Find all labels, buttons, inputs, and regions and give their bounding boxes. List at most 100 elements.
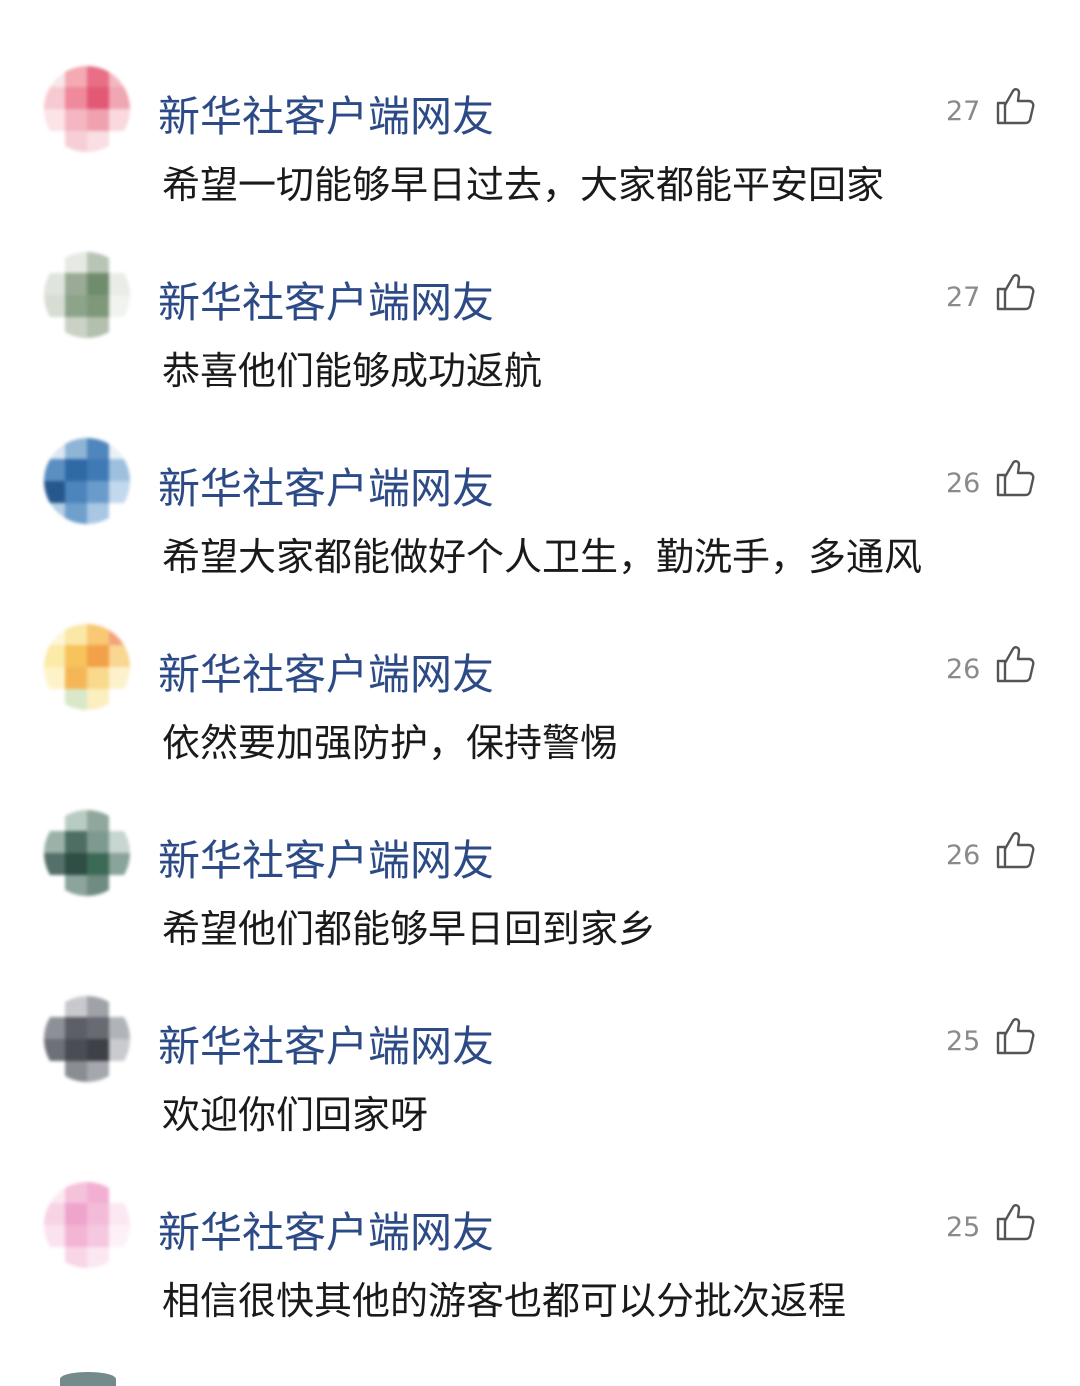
- avatar[interactable]: [44, 252, 130, 338]
- avatar-pixel: [65, 1247, 87, 1268]
- avatar-pixel: [44, 1017, 65, 1039]
- thumbs-up-icon[interactable]: [994, 1016, 1036, 1056]
- avatar-pixel: [109, 1247, 130, 1268]
- avatar-pixel: [87, 624, 109, 645]
- avatar-pixel: [109, 252, 130, 273]
- avatar-pixel: [109, 273, 130, 295]
- avatar-pixel: [44, 273, 65, 295]
- avatar-pixel: [87, 273, 109, 295]
- avatar-pixel: [87, 810, 109, 831]
- avatar-pixel: [109, 645, 130, 667]
- comment-text: 恭喜他们能够成功返航: [162, 349, 543, 393]
- username[interactable]: 新华社客户端网友: [158, 836, 494, 886]
- like-count: 26: [946, 468, 981, 499]
- avatar-pixel: [44, 831, 65, 853]
- avatar-pixel: [87, 66, 109, 87]
- username[interactable]: 新华社客户端网友: [158, 278, 494, 328]
- avatar-pixel: [109, 1061, 130, 1082]
- avatar-pixel: [87, 317, 109, 338]
- comment-item: 新华社客户端网友 26 希望他们都能够早日回到家乡: [0, 810, 1080, 996]
- avatar-pixel: [109, 1203, 130, 1225]
- username[interactable]: 新华社客户端网友: [158, 1022, 494, 1072]
- avatar-pixel: [109, 1182, 130, 1203]
- avatar-pixel: [65, 624, 87, 645]
- avatar-pixel: [87, 1203, 109, 1225]
- avatar-pixel: [87, 645, 109, 667]
- avatar-pixel: [109, 438, 130, 459]
- comment-item: 新华社客户端网友 25 欢迎你们回家呀: [0, 996, 1080, 1182]
- avatar-pixel: [109, 1225, 130, 1247]
- avatar-pixel: [65, 810, 87, 831]
- avatar-pixel: [65, 1225, 87, 1247]
- avatar-pixel: [44, 689, 65, 710]
- avatar-pixel: [109, 459, 130, 481]
- avatar-pixel: [87, 438, 109, 459]
- avatar-pixel: [65, 252, 87, 273]
- avatar-pixel: [87, 1182, 109, 1203]
- avatar-pixel: [44, 66, 65, 87]
- comment-item: 新华社客户端网友 26 希望大家都能做好个人卫生，勤洗手，多通风: [0, 438, 1080, 624]
- avatar[interactable]: [44, 66, 130, 152]
- like-count: 26: [946, 840, 981, 871]
- avatar-pixel: [44, 438, 65, 459]
- avatar[interactable]: [44, 996, 130, 1082]
- comment-text: 希望一切能够早日过去，大家都能平安回家: [162, 163, 885, 207]
- avatar-pixel: [44, 1182, 65, 1203]
- avatar-pixel: [65, 996, 87, 1017]
- avatar-pixel: [109, 317, 130, 338]
- thumbs-up-icon[interactable]: [994, 458, 1036, 498]
- avatar-pixel: [109, 66, 130, 87]
- avatar-pixel: [44, 810, 65, 831]
- comment-item: 新华社客户端网友 27 希望一切能够早日过去，大家都能平安回家: [0, 66, 1080, 252]
- avatar-pixel: [44, 295, 65, 317]
- avatar[interactable]: [44, 438, 130, 524]
- avatar-pixel: [44, 131, 65, 152]
- avatar-pixel: [87, 689, 109, 710]
- avatar-pixel: [109, 831, 130, 853]
- avatar-pixel: [109, 295, 130, 317]
- avatar-pixel: [109, 87, 130, 109]
- avatar-pixel: [44, 667, 65, 689]
- thumbs-up-icon[interactable]: [994, 86, 1036, 126]
- avatar-pixel: [87, 831, 109, 853]
- username[interactable]: 新华社客户端网友: [158, 464, 494, 514]
- avatar-pixel: [65, 667, 87, 689]
- avatar-pixel: [65, 1017, 87, 1039]
- avatar-pixel: [87, 667, 109, 689]
- thumbs-up-icon[interactable]: [994, 1202, 1036, 1242]
- avatar-pixel: [87, 1017, 109, 1039]
- like-count: 25: [946, 1026, 981, 1057]
- avatar-pixel: [65, 689, 87, 710]
- avatar[interactable]: [44, 1182, 130, 1268]
- avatar-pixel: [65, 1039, 87, 1061]
- avatar-pixel: [44, 109, 65, 131]
- avatar-pixel: [65, 481, 87, 503]
- like-count: 26: [946, 654, 981, 685]
- username[interactable]: 新华社客户端网友: [158, 650, 494, 700]
- username[interactable]: 新华社客户端网友: [158, 1208, 494, 1258]
- avatar-pixel: [44, 645, 65, 667]
- avatar-pixel: [65, 645, 87, 667]
- comment-item: 新华社客户端网友 25 相信很快其他的游客也都可以分批次返程: [0, 1182, 1080, 1368]
- avatar-pixel: [65, 1061, 87, 1082]
- avatar-pixel: [109, 109, 130, 131]
- avatar-pixel: [87, 481, 109, 503]
- comment-text: 希望大家都能做好个人卫生，勤洗手，多通风: [162, 535, 923, 579]
- avatar-pixel: [44, 996, 65, 1017]
- comment-text: 依然要加强防护，保持警惕: [162, 721, 619, 765]
- avatar-pixel: [65, 295, 87, 317]
- avatar-pixel: [65, 853, 87, 875]
- avatar-pixel: [65, 438, 87, 459]
- avatar[interactable]: [44, 624, 130, 710]
- thumbs-up-icon[interactable]: [994, 830, 1036, 870]
- avatar-pixel: [44, 481, 65, 503]
- thumbs-up-icon[interactable]: [994, 272, 1036, 312]
- avatar[interactable]: [44, 810, 130, 896]
- thumbs-up-icon[interactable]: [994, 644, 1036, 684]
- avatar-pixel: [65, 87, 87, 109]
- avatar-pixel: [109, 1017, 130, 1039]
- username[interactable]: 新华社客户端网友: [158, 92, 494, 142]
- avatar-pixel: [109, 624, 130, 645]
- avatar-pixel: [44, 1061, 65, 1082]
- comment-item: 新华社客户端网友 27 恭喜他们能够成功返航: [0, 252, 1080, 438]
